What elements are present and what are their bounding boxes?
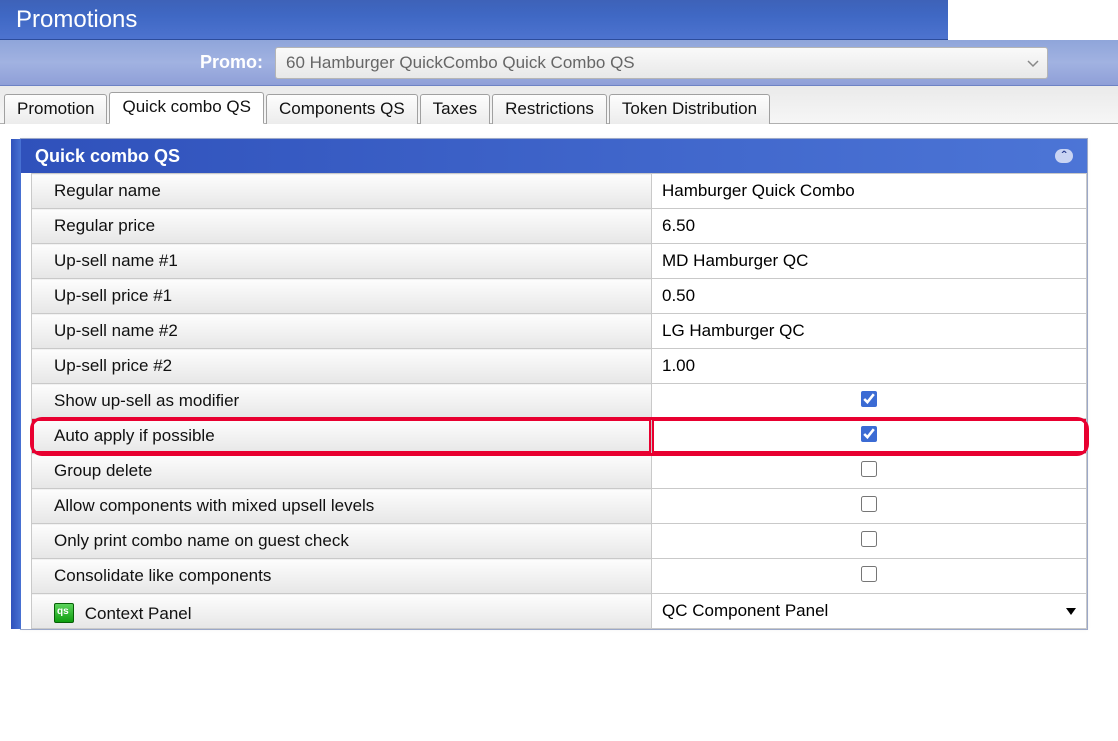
row-upsell-name-2: Up-sell name #2 LG Hamburger QC — [32, 314, 1087, 349]
property-grid: Regular name Hamburger Quick Combo Regul… — [31, 173, 1087, 629]
value-context-panel[interactable]: QC Component Panel — [652, 594, 1087, 629]
collapse-icon[interactable]: ˆ — [1055, 149, 1073, 163]
tab-token-distribution[interactable]: Token Distribution — [609, 94, 770, 124]
value-upsell-name-2[interactable]: LG Hamburger QC — [652, 314, 1087, 349]
label-group-delete: Group delete — [32, 454, 652, 489]
row-auto-apply: Auto apply if possible — [32, 419, 1087, 454]
row-consolidate: Consolidate like components — [32, 559, 1087, 594]
checkbox-show-upsell-modifier[interactable] — [861, 391, 877, 407]
row-regular-name: Regular name Hamburger Quick Combo — [32, 174, 1087, 209]
tab-taxes[interactable]: Taxes — [420, 94, 490, 124]
promo-dropdown[interactable]: 60 Hamburger QuickCombo Quick Combo QS — [275, 47, 1048, 79]
page-title: Promotions — [16, 6, 137, 34]
row-upsell-price-2: Up-sell price #2 1.00 — [32, 349, 1087, 384]
row-group-delete: Group delete — [32, 454, 1087, 489]
checkbox-only-print-combo[interactable] — [861, 531, 877, 547]
checkbox-auto-apply[interactable] — [861, 426, 877, 442]
label-auto-apply: Auto apply if possible — [32, 419, 652, 454]
value-upsell-name-1[interactable]: MD Hamburger QC — [652, 244, 1087, 279]
section-header[interactable]: Quick combo QS ˆ — [21, 139, 1087, 173]
label-consolidate: Consolidate like components — [32, 559, 652, 594]
tab-promotion[interactable]: Promotion — [4, 94, 107, 124]
value-consolidate[interactable] — [652, 559, 1087, 594]
checkbox-group-delete[interactable] — [861, 461, 877, 477]
qs-icon — [54, 603, 74, 623]
label-upsell-name-2: Up-sell name #2 — [32, 314, 652, 349]
label-show-upsell-modifier: Show up-sell as modifier — [32, 384, 652, 419]
label-allow-mixed: Allow components with mixed upsell level… — [32, 489, 652, 524]
dropdown-arrow-icon — [1027, 53, 1039, 73]
label-context-panel-text: Context Panel — [85, 604, 192, 623]
tab-restrictions[interactable]: Restrictions — [492, 94, 607, 124]
label-upsell-name-1: Up-sell name #1 — [32, 244, 652, 279]
tab-strip: Promotion Quick combo QS Components QS T… — [0, 86, 1118, 124]
label-upsell-price-1: Up-sell price #1 — [32, 279, 652, 314]
tab-components-qs[interactable]: Components QS — [266, 94, 418, 124]
checkbox-consolidate[interactable] — [861, 566, 877, 582]
row-context-panel: Context Panel QC Component Panel — [32, 594, 1087, 629]
value-group-delete[interactable] — [652, 454, 1087, 489]
label-only-print-combo: Only print combo name on guest check — [32, 524, 652, 559]
row-upsell-price-1: Up-sell price #1 0.50 — [32, 279, 1087, 314]
label-regular-price: Regular price — [32, 209, 652, 244]
promo-label: Promo: — [200, 52, 263, 73]
value-upsell-price-2[interactable]: 1.00 — [652, 349, 1087, 384]
title-bar-right-blank — [948, 0, 1118, 40]
quick-combo-panel: Quick combo QS ˆ Regular name Hamburger … — [20, 138, 1088, 630]
row-show-upsell-modifier: Show up-sell as modifier — [32, 384, 1087, 419]
promo-bar: Promo: 60 Hamburger QuickCombo Quick Com… — [0, 40, 1118, 86]
value-show-upsell-modifier[interactable] — [652, 384, 1087, 419]
value-regular-name[interactable]: Hamburger Quick Combo — [652, 174, 1087, 209]
value-upsell-price-1[interactable]: 0.50 — [652, 279, 1087, 314]
row-upsell-name-1: Up-sell name #1 MD Hamburger QC — [32, 244, 1087, 279]
label-context-panel: Context Panel — [32, 594, 652, 629]
value-only-print-combo[interactable] — [652, 524, 1087, 559]
label-regular-name: Regular name — [32, 174, 652, 209]
title-bar: Promotions — [0, 0, 1118, 40]
section-title: Quick combo QS — [35, 146, 180, 167]
label-upsell-price-2: Up-sell price #2 — [32, 349, 652, 384]
dropdown-triangle-icon — [1066, 608, 1076, 615]
value-allow-mixed[interactable] — [652, 489, 1087, 524]
value-auto-apply[interactable] — [652, 419, 1087, 454]
row-allow-mixed: Allow components with mixed upsell level… — [32, 489, 1087, 524]
panel-wrap: Quick combo QS ˆ Regular name Hamburger … — [0, 124, 1118, 644]
promo-selected-value: 60 Hamburger QuickCombo Quick Combo QS — [286, 53, 635, 73]
value-regular-price[interactable]: 6.50 — [652, 209, 1087, 244]
checkbox-allow-mixed[interactable] — [861, 496, 877, 512]
row-only-print-combo: Only print combo name on guest check — [32, 524, 1087, 559]
row-regular-price: Regular price 6.50 — [32, 209, 1087, 244]
tab-quick-combo-qs[interactable]: Quick combo QS — [109, 92, 264, 124]
context-panel-selected: QC Component Panel — [662, 601, 828, 621]
